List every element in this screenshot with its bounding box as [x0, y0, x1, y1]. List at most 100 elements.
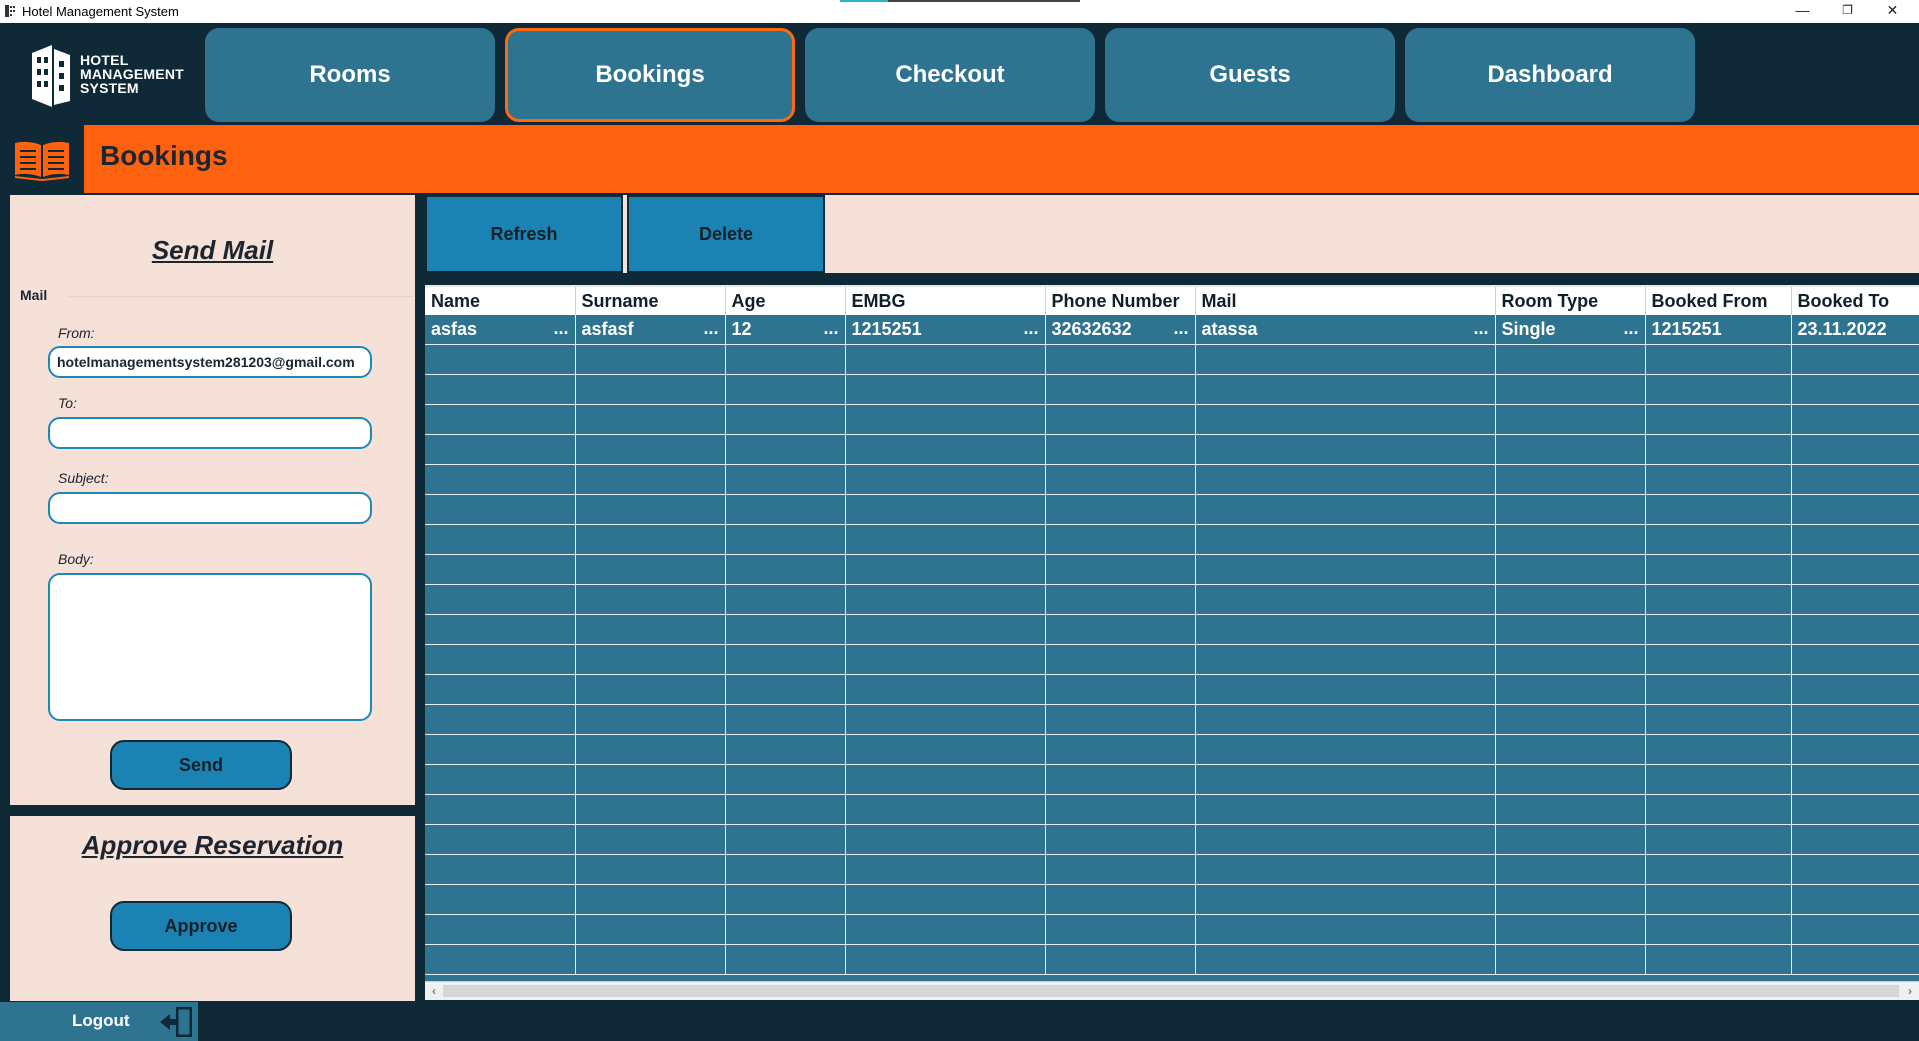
table-cell[interactable] — [1195, 554, 1496, 585]
delete-button[interactable]: Delete — [627, 195, 825, 273]
empty-table-row[interactable] — [425, 344, 1919, 375]
table-cell[interactable] — [725, 854, 846, 885]
table-cell[interactable] — [425, 824, 576, 855]
table-cell[interactable] — [1045, 674, 1196, 705]
table-cell[interactable] — [1645, 434, 1792, 465]
table-cell[interactable] — [1195, 734, 1496, 765]
table-cell[interactable] — [1791, 614, 1919, 645]
table-cell[interactable] — [1195, 644, 1496, 675]
table-cell[interactable]: asfas... — [425, 315, 576, 345]
table-cell[interactable] — [1045, 374, 1196, 405]
table-cell[interactable] — [1791, 584, 1919, 615]
table-cell[interactable] — [1195, 704, 1496, 735]
table-cell[interactable] — [575, 344, 726, 375]
table-cell[interactable] — [1495, 794, 1646, 825]
table-cell[interactable] — [575, 884, 726, 915]
bookings-grid[interactable]: Name Surname Age EMBG Phone Number Mail Room T… — [425, 285, 1919, 981]
nav-guests-button[interactable]: Guests — [1105, 28, 1395, 122]
table-cell[interactable] — [1045, 644, 1196, 675]
table-cell[interactable] — [1791, 524, 1919, 555]
horizontal-scrollbar[interactable]: ‹ › — [425, 981, 1919, 1000]
empty-table-row[interactable] — [425, 464, 1919, 495]
table-cell[interactable] — [1195, 344, 1496, 375]
table-cell[interactable] — [1645, 704, 1792, 735]
table-cell[interactable]: 1215251 — [1645, 315, 1792, 345]
table-cell[interactable] — [425, 764, 576, 795]
empty-table-row[interactable] — [425, 824, 1919, 855]
table-cell[interactable] — [1195, 884, 1496, 915]
table-cell[interactable] — [575, 644, 726, 675]
column-header[interactable]: Booked From — [1645, 287, 1792, 315]
table-cell[interactable] — [1791, 704, 1919, 735]
table-cell[interactable] — [1645, 794, 1792, 825]
table-cell[interactable] — [845, 734, 1046, 765]
table-cell[interactable] — [425, 854, 576, 885]
table-cell[interactable] — [1045, 614, 1196, 645]
table-cell[interactable] — [425, 884, 576, 915]
empty-table-row[interactable] — [425, 404, 1919, 435]
table-cell[interactable] — [425, 614, 576, 645]
table-cell[interactable] — [1645, 884, 1792, 915]
table-cell[interactable] — [575, 764, 726, 795]
table-cell[interactable] — [425, 674, 576, 705]
table-cell[interactable] — [1195, 914, 1496, 945]
table-cell[interactable] — [845, 524, 1046, 555]
table-cell[interactable] — [1495, 464, 1646, 495]
column-header[interactable]: Phone Number — [1045, 287, 1196, 315]
table-cell[interactable] — [845, 344, 1046, 375]
table-cell[interactable] — [575, 434, 726, 465]
table-cell[interactable] — [575, 584, 726, 615]
refresh-button[interactable]: Refresh — [425, 195, 623, 273]
table-cell[interactable] — [1045, 734, 1196, 765]
table-cell[interactable] — [1791, 764, 1919, 795]
table-cell[interactable] — [575, 854, 726, 885]
to-field[interactable] — [48, 417, 372, 449]
table-cell[interactable] — [425, 644, 576, 675]
table-cell[interactable]: 32632632... — [1045, 315, 1196, 345]
table-cell[interactable] — [425, 494, 576, 525]
table-cell[interactable] — [1495, 524, 1646, 555]
nav-checkout-button[interactable]: Checkout — [805, 28, 1095, 122]
empty-table-row[interactable] — [425, 374, 1919, 405]
table-cell[interactable] — [1045, 794, 1196, 825]
table-cell[interactable]: 23.11.2022 — [1791, 315, 1919, 345]
column-header[interactable]: Booked To — [1791, 287, 1919, 315]
cell-ellipsis-button[interactable]: ... — [553, 318, 568, 339]
table-cell[interactable] — [725, 464, 846, 495]
table-cell[interactable] — [575, 374, 726, 405]
table-cell[interactable] — [1645, 404, 1792, 435]
empty-table-row[interactable] — [425, 764, 1919, 795]
empty-table-row[interactable] — [425, 884, 1919, 915]
table-cell[interactable] — [425, 584, 576, 615]
table-cell[interactable] — [1495, 344, 1646, 375]
table-cell[interactable] — [1791, 794, 1919, 825]
column-header[interactable]: EMBG — [845, 287, 1046, 315]
table-cell[interactable] — [425, 374, 576, 405]
table-cell[interactable]: 1215251... — [845, 315, 1046, 345]
table-cell[interactable] — [425, 704, 576, 735]
table-cell[interactable] — [1045, 524, 1196, 555]
table-cell[interactable] — [1791, 344, 1919, 375]
logout-button[interactable]: Logout — [0, 1002, 198, 1041]
table-cell[interactable] — [425, 344, 576, 375]
table-cell[interactable] — [845, 824, 1046, 855]
table-cell[interactable] — [845, 614, 1046, 645]
table-cell[interactable] — [725, 554, 846, 585]
cell-ellipsis-button[interactable]: ... — [1623, 318, 1638, 339]
cell-ellipsis-button[interactable]: ... — [703, 318, 718, 339]
table-cell[interactable] — [1645, 824, 1792, 855]
column-header[interactable]: Room Type — [1495, 287, 1646, 315]
table-cell[interactable] — [575, 704, 726, 735]
table-cell[interactable] — [1045, 854, 1196, 885]
table-cell[interactable] — [1195, 614, 1496, 645]
table-cell[interactable] — [1791, 674, 1919, 705]
table-cell[interactable] — [845, 464, 1046, 495]
table-cell[interactable] — [425, 914, 576, 945]
empty-table-row[interactable] — [425, 524, 1919, 555]
table-cell[interactable] — [1791, 434, 1919, 465]
cell-ellipsis-button[interactable]: ... — [823, 318, 838, 339]
cell-ellipsis-button[interactable]: ... — [1473, 318, 1488, 339]
cell-ellipsis-button[interactable]: ... — [1173, 318, 1188, 339]
table-cell[interactable] — [845, 494, 1046, 525]
scroll-right-icon[interactable]: › — [1901, 982, 1919, 1000]
